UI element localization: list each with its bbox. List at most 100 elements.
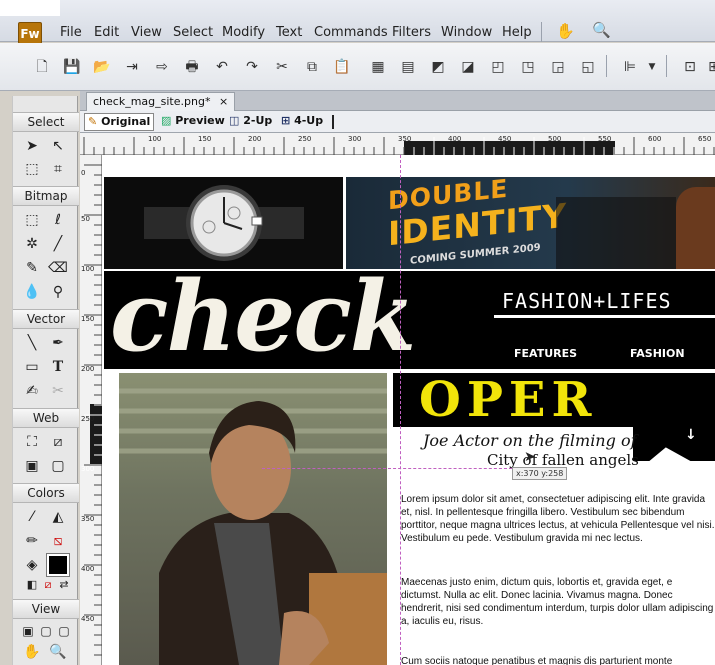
undo-icon[interactable]: ↶ bbox=[212, 57, 232, 77]
full-screen-icon[interactable]: ▢ bbox=[53, 620, 75, 642]
pencil-icon[interactable]: ✎ bbox=[21, 257, 43, 279]
menu-modify[interactable]: Modify bbox=[222, 25, 265, 40]
send-to-back-icon[interactable]: ◱ bbox=[578, 57, 598, 77]
rotate-icon[interactable]: ⊡ bbox=[680, 57, 700, 77]
menu-help[interactable]: Help bbox=[502, 25, 532, 40]
cut-icon[interactable]: ✂ bbox=[272, 57, 292, 77]
bring-to-front-icon[interactable]: ◰ bbox=[488, 57, 508, 77]
freeform-icon[interactable]: ✍ bbox=[21, 380, 43, 402]
import-icon[interactable]: ⇥ bbox=[122, 57, 142, 77]
lasso-icon[interactable]: ℓ bbox=[47, 209, 69, 231]
slice-icon[interactable]: ⧄ bbox=[47, 431, 69, 453]
menu-file[interactable]: File bbox=[60, 25, 82, 40]
caption-line1: Joe Actor on the filming of bbox=[423, 431, 637, 450]
view-bar: ✎ Original ▨ Preview ◫ 2-Up ⊞ 4-Up bbox=[80, 111, 715, 133]
fill-swatch[interactable] bbox=[46, 553, 70, 577]
paint-bucket-icon[interactable]: ◭ bbox=[47, 506, 69, 528]
ruler-label: 400 bbox=[448, 135, 462, 143]
pen-icon[interactable]: ✒ bbox=[47, 332, 69, 354]
image-icon: ▨ bbox=[161, 114, 172, 127]
copy-icon[interactable]: ⧉ bbox=[302, 57, 322, 77]
menu-select[interactable]: Select bbox=[173, 25, 213, 40]
menu-window[interactable]: Window bbox=[441, 25, 492, 40]
document-tab[interactable]: check_mag_site.png* × bbox=[86, 92, 236, 111]
line-icon[interactable]: ╲ bbox=[21, 332, 43, 354]
send-backward-icon[interactable]: ◲ bbox=[548, 57, 568, 77]
zoom-tool-icon[interactable]: 🔍 bbox=[47, 641, 69, 663]
magic-wand-icon[interactable]: ✲ bbox=[21, 233, 43, 255]
brush-icon[interactable]: ╱ bbox=[47, 233, 69, 255]
ruler-label: 300 bbox=[348, 135, 362, 143]
original-label: Original bbox=[101, 115, 151, 128]
document-tab-label: check_mag_site.png* bbox=[93, 95, 211, 108]
hotspot-icon[interactable]: ⛶ bbox=[21, 431, 43, 453]
ruler-label: 350 bbox=[398, 135, 412, 143]
watch-banner bbox=[104, 177, 343, 269]
split-icon[interactable]: ◪ bbox=[458, 57, 478, 77]
bring-forward-icon[interactable]: ◳ bbox=[518, 57, 538, 77]
ruler-label: 250 bbox=[298, 135, 312, 143]
redo-icon[interactable]: ↷ bbox=[242, 57, 262, 77]
menu-filters[interactable]: Filters bbox=[392, 25, 431, 40]
group-icon[interactable]: ▦ bbox=[368, 57, 388, 77]
chevron-down-icon[interactable]: ▼ bbox=[642, 57, 662, 77]
original-view-button[interactable]: ✎ Original bbox=[84, 113, 155, 131]
menu-edit[interactable]: Edit bbox=[94, 25, 119, 40]
actor-illustration bbox=[119, 388, 387, 665]
eyedropper-icon[interactable]: ⁄ bbox=[21, 506, 43, 528]
hide-slices-icon[interactable]: ▣ bbox=[21, 455, 43, 477]
save-icon[interactable]: 💾 bbox=[62, 57, 82, 77]
stamp-icon[interactable]: ⚲ bbox=[47, 281, 69, 303]
export-icon[interactable]: ⇨ bbox=[152, 57, 172, 77]
text-tool-icon[interactable]: T bbox=[47, 356, 69, 378]
horizontal-guide[interactable] bbox=[262, 468, 512, 469]
check-logo: check bbox=[110, 260, 416, 373]
menu-text[interactable]: Text bbox=[276, 25, 302, 40]
crop-icon[interactable]: ⌗ bbox=[47, 158, 69, 180]
nav-fashion[interactable]: FASHION bbox=[630, 347, 685, 360]
ruler-label: 350 bbox=[81, 515, 95, 523]
menu-view[interactable]: View bbox=[131, 25, 162, 40]
body-paragraph-2: Maecenas justo enim, dictum quis, lobort… bbox=[401, 577, 714, 627]
open-icon[interactable]: 📂 bbox=[92, 57, 112, 77]
rectangle-icon[interactable]: ▭ bbox=[21, 356, 43, 378]
fill-none-icon[interactable]: ⧅ bbox=[47, 530, 69, 552]
knife-icon[interactable]: ✂ bbox=[47, 380, 69, 402]
ungroup-icon[interactable]: ▤ bbox=[398, 57, 418, 77]
toolbar-separator bbox=[666, 55, 667, 77]
eraser-icon[interactable]: ⌫ bbox=[47, 257, 69, 279]
two-up-view-button[interactable]: ◫ 2-Up bbox=[226, 113, 275, 131]
blur-icon[interactable]: 💧 bbox=[21, 281, 43, 303]
subselect-icon[interactable]: ↖ bbox=[47, 135, 69, 157]
hand-icon[interactable]: ✋ bbox=[556, 22, 575, 40]
view-separator bbox=[332, 115, 334, 129]
vertical-guide[interactable] bbox=[400, 155, 401, 665]
fill-color-icon[interactable]: ◈ bbox=[21, 554, 43, 576]
zoom-icon[interactable]: 🔍 bbox=[592, 21, 611, 39]
marquee-icon[interactable]: ⬚ bbox=[21, 209, 43, 231]
align-left-icon[interactable]: ⊫ bbox=[620, 57, 640, 77]
join-icon[interactable]: ◩ bbox=[428, 57, 448, 77]
horizontal-ruler[interactable]: 100 150 200 250 300 350 400 450 500 550 … bbox=[80, 133, 715, 155]
swap-colors-icon[interactable]: ⇄ bbox=[53, 574, 75, 596]
actor-photo bbox=[119, 373, 387, 665]
flip-icon[interactable]: ⊞ bbox=[704, 57, 715, 77]
new-file-icon[interactable]: 🗋 bbox=[32, 57, 52, 77]
stroke-color-icon[interactable]: ✏ bbox=[21, 530, 43, 552]
show-slices-icon[interactable]: ▢ bbox=[47, 455, 69, 477]
preview-view-button[interactable]: ▨ Preview bbox=[158, 113, 228, 131]
paste-icon[interactable]: 📋 bbox=[332, 57, 352, 77]
four-up-view-button[interactable]: ⊞ 4-Up bbox=[278, 113, 326, 131]
pointer-icon[interactable]: ➤ bbox=[21, 135, 43, 157]
hand-tool-icon[interactable]: ✋ bbox=[21, 641, 43, 663]
document-canvas[interactable]: DOUBLE IDENTITY COMING SUMMER 2009 check… bbox=[102, 155, 715, 665]
print-icon[interactable]: 🖶 bbox=[182, 57, 202, 77]
close-icon[interactable]: × bbox=[219, 95, 228, 108]
menu-commands[interactable]: Commands bbox=[314, 25, 388, 40]
nav-features[interactable]: FEATURES bbox=[514, 347, 577, 360]
caption-black-shape bbox=[633, 427, 715, 461]
scale-icon[interactable]: ⬚ bbox=[21, 158, 43, 180]
vertical-ruler[interactable]: 0 50 100 150 200 250 300 350 400 450 bbox=[80, 155, 102, 665]
ruler-label: 600 bbox=[648, 135, 662, 143]
ruler-label: 300 bbox=[81, 465, 95, 473]
